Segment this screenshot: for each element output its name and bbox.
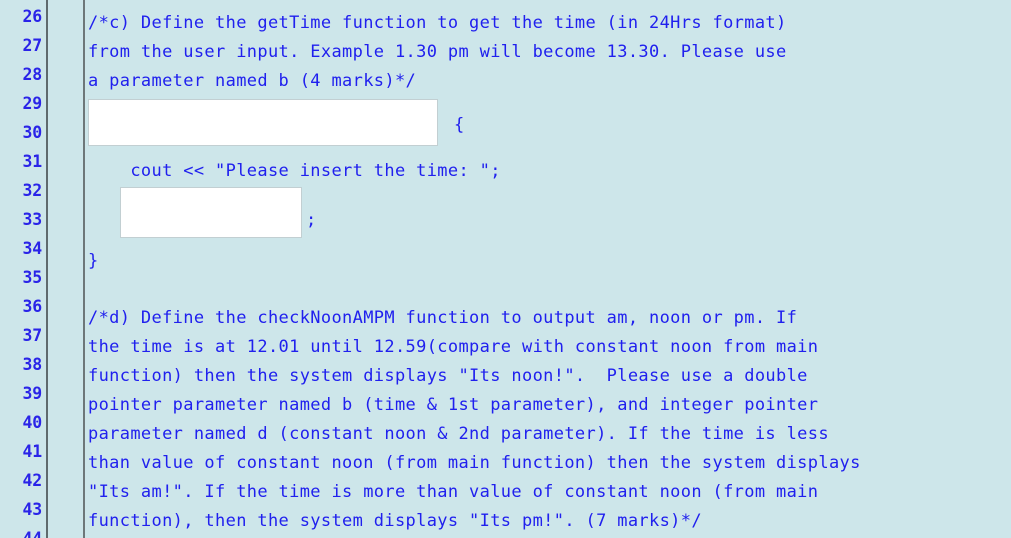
function-signature-blank-input[interactable] — [88, 99, 438, 146]
code-line-39: pointer parameter named b (time & 1st pa… — [88, 395, 819, 415]
line-number-gutter: 26 27 28 29 30 31 32 33 34 35 36 37 38 3… — [0, 0, 48, 538]
line-number: 43 — [22, 500, 43, 519]
code-line-28: a parameter named b (4 marks)*/ — [88, 71, 417, 91]
line-number: 33 — [22, 210, 43, 229]
code-line-42: "Its am!". If the time is more than valu… — [88, 482, 819, 502]
line-number: 41 — [22, 442, 43, 461]
line-number: 28 — [22, 65, 43, 84]
line-number: 35 — [22, 268, 43, 287]
code-line-26: /*c) Define the getTime function to get … — [88, 13, 787, 33]
code-line-31: cout << "Please insert the time: "; — [88, 161, 501, 181]
code-line-43: function), then the system displays "Its… — [88, 511, 702, 531]
line-number: 34 — [22, 239, 43, 258]
line-number: 30 — [22, 123, 43, 142]
code-line-30-open-brace: { — [454, 115, 465, 135]
code-line-41: than value of constant noon (from main f… — [88, 453, 861, 473]
line-number: 31 — [22, 152, 43, 171]
code-line-34-close-brace: } — [88, 251, 99, 271]
line-number: 27 — [22, 36, 43, 55]
code-line-36: /*d) Define the checkNoonAMPM function t… — [88, 308, 798, 328]
code-editor: 26 27 28 29 30 31 32 33 34 35 36 37 38 3… — [0, 0, 1011, 538]
line-number: 37 — [22, 326, 43, 345]
code-line-33-semicolon: ; — [306, 210, 317, 230]
line-number: 26 — [22, 7, 43, 26]
code-text-area[interactable]: /*c) Define the getTime function to get … — [88, 0, 1011, 538]
line-number: 38 — [22, 355, 43, 374]
gutter-divider — [83, 0, 85, 538]
line-number: 42 — [22, 471, 43, 490]
cin-statement-blank-input[interactable] — [120, 187, 302, 238]
line-number: 40 — [22, 413, 43, 432]
code-line-38: function) then the system displays "Its … — [88, 366, 808, 386]
line-number: 29 — [22, 94, 43, 113]
line-number: 39 — [22, 384, 43, 403]
code-line-37: the time is at 12.01 until 12.59(compare… — [88, 337, 819, 357]
line-number: 36 — [22, 297, 43, 316]
code-line-40: parameter named d (constant noon & 2nd p… — [88, 424, 829, 444]
line-number: 32 — [22, 181, 43, 200]
line-number: 44 — [0, 530, 43, 538]
code-line-27: from the user input. Example 1.30 pm wil… — [88, 42, 787, 62]
